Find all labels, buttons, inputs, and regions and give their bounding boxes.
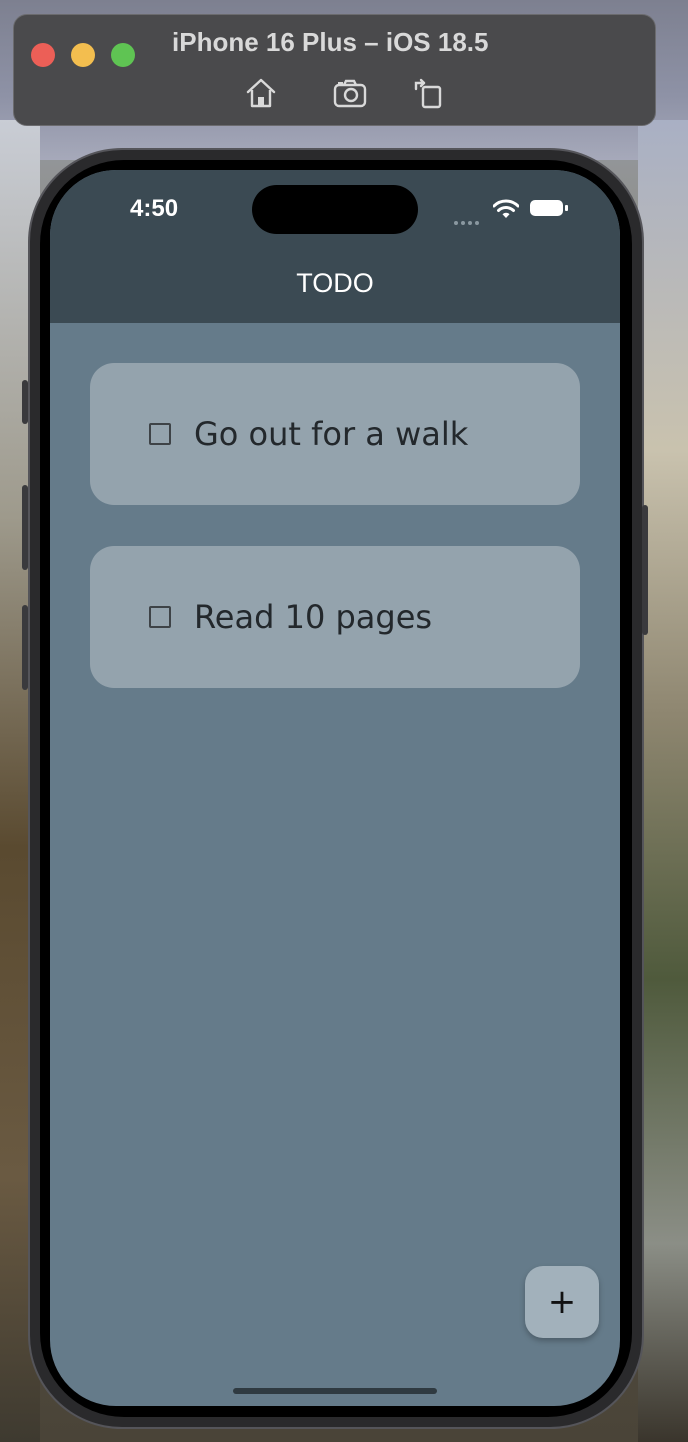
todo-item[interactable]: Go out for a walk bbox=[90, 363, 580, 505]
action-button[interactable] bbox=[22, 380, 28, 424]
home-icon[interactable] bbox=[243, 75, 279, 111]
todo-item[interactable]: Read 10 pages bbox=[90, 546, 580, 688]
todo-label: Go out for a walk bbox=[194, 415, 469, 453]
desktop-wallpaper-right bbox=[638, 120, 688, 1442]
wifi-icon bbox=[492, 198, 520, 220]
status-time: 4:50 bbox=[130, 195, 179, 222]
app-screen: 4:50 TODO Go out for a walk Read 10 page… bbox=[50, 170, 620, 1406]
app-title: TODO bbox=[296, 268, 374, 298]
cellular-signal-icon bbox=[454, 212, 484, 225]
todo-checkbox[interactable] bbox=[149, 606, 171, 628]
battery-icon bbox=[530, 200, 563, 216]
volume-up-button[interactable] bbox=[22, 485, 28, 570]
simulator-toolbar: iPhone 16 Plus – iOS 18.5 bbox=[13, 14, 656, 126]
volume-down-button[interactable] bbox=[22, 605, 28, 690]
todo-checkbox[interactable] bbox=[149, 423, 171, 445]
power-button[interactable] bbox=[642, 505, 648, 635]
plus-icon: + bbox=[547, 1282, 577, 1322]
screenshot-icon[interactable] bbox=[332, 75, 368, 111]
simulator-title: iPhone 16 Plus – iOS 18.5 bbox=[172, 27, 489, 57]
add-todo-button[interactable]: + bbox=[525, 1266, 599, 1338]
dynamic-island bbox=[252, 185, 418, 234]
todo-label: Read 10 pages bbox=[194, 598, 433, 636]
zoom-window-button[interactable] bbox=[111, 43, 135, 67]
close-window-button[interactable] bbox=[31, 43, 55, 67]
minimize-window-button[interactable] bbox=[71, 43, 95, 67]
battery-tip bbox=[565, 205, 568, 211]
app-bar: 4:50 TODO bbox=[50, 170, 620, 323]
rotate-icon[interactable] bbox=[410, 75, 446, 111]
home-indicator[interactable] bbox=[233, 1388, 437, 1394]
